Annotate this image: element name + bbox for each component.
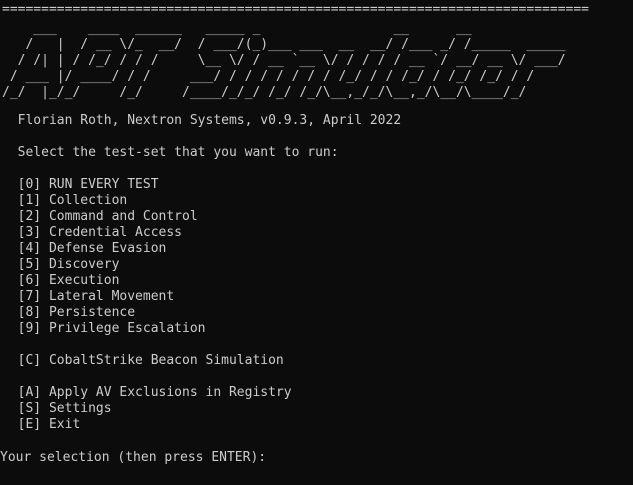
- menu-item-execution: [6] Execution: [2, 273, 120, 288]
- banner-line: / /| | / /_/ / / / \__ \/ / __ `__ \/ / …: [2, 53, 566, 68]
- banner-line: / | / __ \/_ __/ / ___/(_)___ ___ __ __/…: [2, 37, 566, 52]
- menu-item-collection: [1] Collection: [2, 193, 128, 208]
- separator-line: ========================================…: [2, 2, 589, 17]
- menu-item-run-every-test: [0] RUN EVERY TEST: [2, 177, 159, 192]
- text-cursor: [274, 449, 282, 463]
- menu-item-lateral-movement: [7] Lateral Movement: [2, 289, 175, 304]
- selection-prompt: Your selection (then press ENTER):: [0, 450, 274, 465]
- selection-input-line[interactable]: Your selection (then press ENTER):: [0, 449, 282, 465]
- banner-line: ___ ____ ______ _____ _ __ __: [2, 21, 472, 36]
- banner-line: /_/ |_/_/ /_/ /____/_/_/ /_/ /_/\__,_/_/…: [2, 85, 527, 100]
- menu-item-command-and-control: [2] Command and Control: [2, 209, 198, 224]
- menu-item-defense-evasion: [4] Defense Evasion: [2, 241, 167, 256]
- banner-line: / ___ |/ ____/ / / ___/ / / / / / / / /_…: [2, 69, 535, 84]
- menu-item-privilege-escalation: [9] Privilege Escalation: [2, 321, 206, 336]
- menu-item-apply-av-exclusions: [A] Apply AV Exclusions in Registry: [2, 385, 292, 400]
- menu-item-persistence: [8] Persistence: [2, 305, 136, 320]
- menu-item-discovery: [5] Discovery: [2, 257, 120, 272]
- menu-item-settings: [S] Settings: [2, 401, 112, 416]
- prompt-header: Select the test-set that you want to run…: [2, 145, 339, 160]
- console-window[interactable]: ========================================…: [0, 0, 633, 485]
- author-line: Florian Roth, Nextron Systems, v0.9.3, A…: [2, 113, 402, 128]
- menu-item-cobaltstrike-simulation: [C] CobaltStrike Beacon Simulation: [2, 353, 284, 368]
- menu-item-credential-access: [3] Credential Access: [2, 225, 183, 240]
- menu-item-exit: [E] Exit: [2, 417, 81, 432]
